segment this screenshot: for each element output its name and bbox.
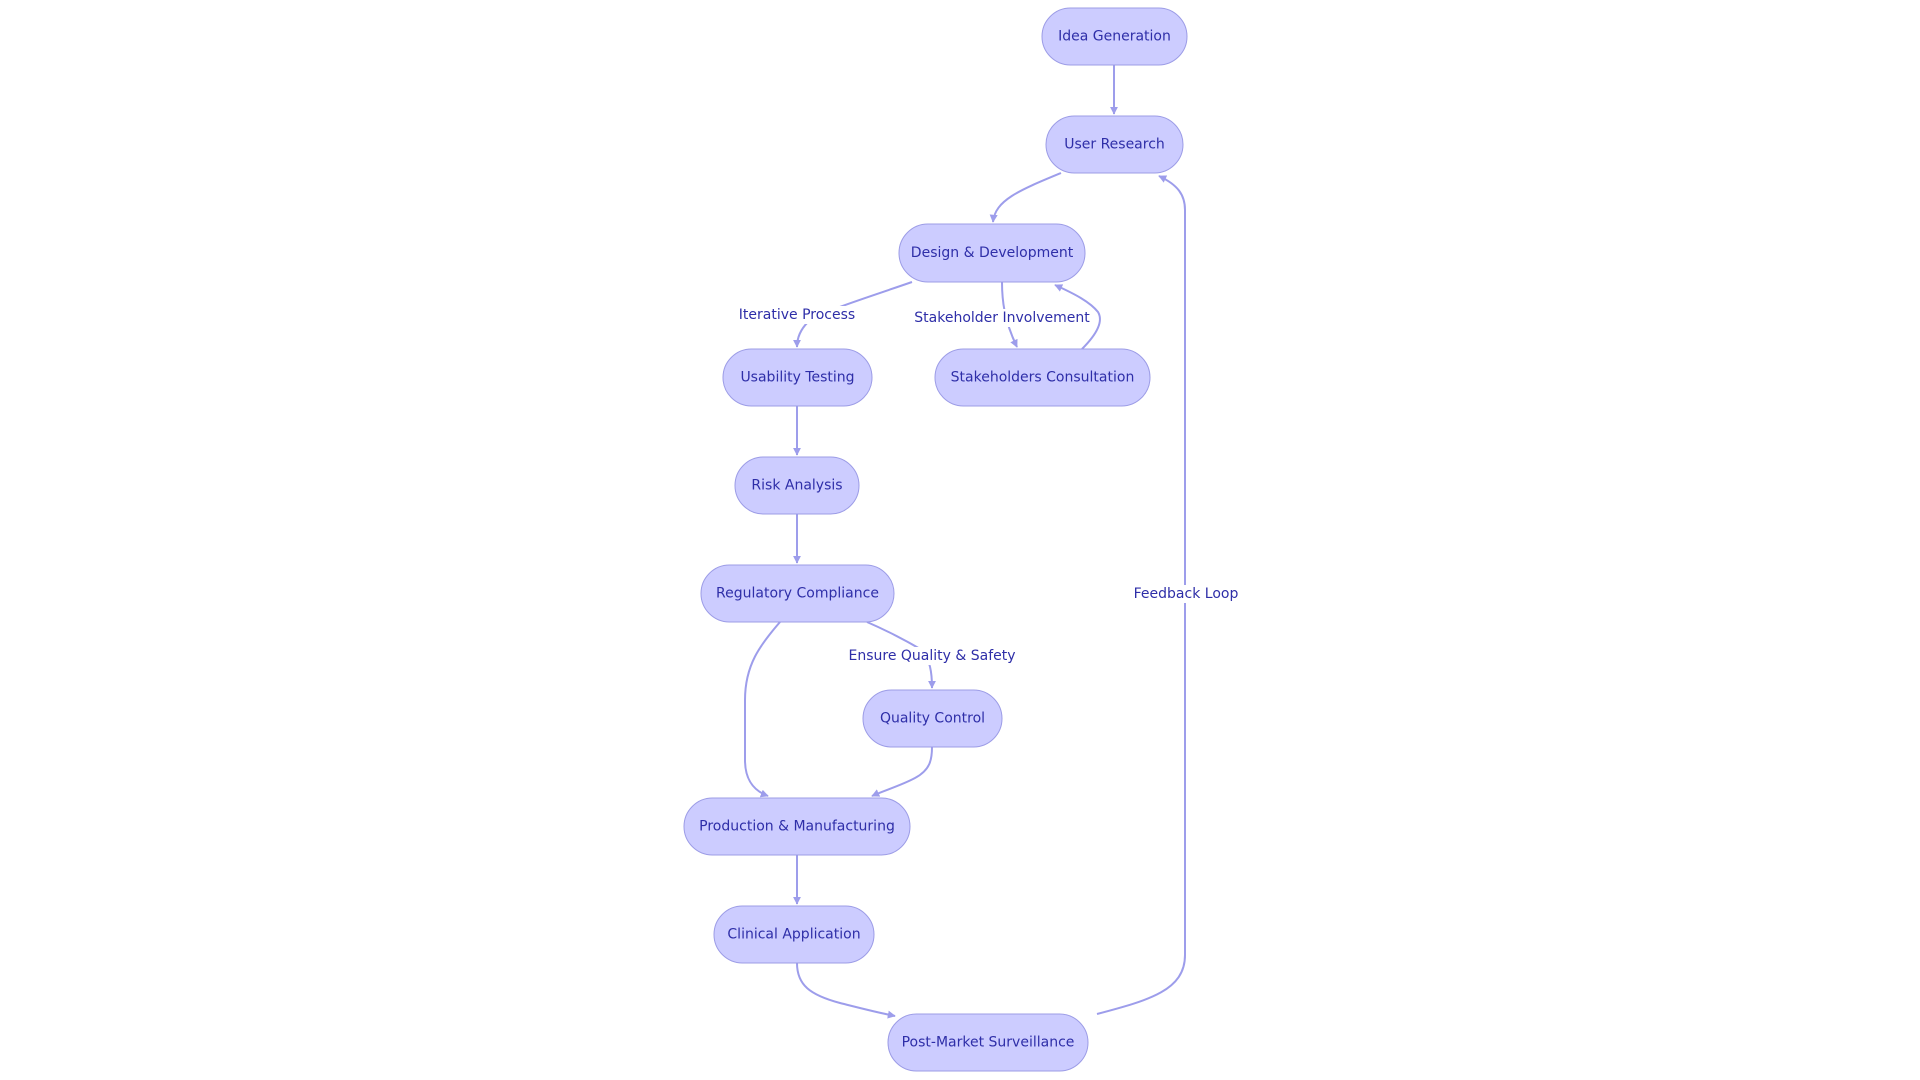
edge-label: Ensure Quality & Safety [846, 647, 1018, 665]
node-idea[interactable]: Idea Generation [1041, 7, 1188, 66]
node-label: Production & Manufacturing [699, 819, 895, 835]
edges-layer [744, 65, 1186, 1019]
edge-label: Stakeholder Involvement [912, 309, 1093, 327]
edge-label: Feedback Loop [1131, 585, 1241, 603]
node-clinical[interactable]: Clinical Application [713, 905, 875, 964]
node-regulatory[interactable]: Regulatory Compliance [700, 564, 895, 623]
node-label: Quality Control [880, 711, 985, 727]
node-risk[interactable]: Risk Analysis [734, 456, 860, 515]
edge-regulatory-to-production [744, 621, 781, 798]
edge-label-text: Stakeholder Involvement [914, 310, 1090, 326]
node-quality[interactable]: Quality Control [862, 689, 1003, 748]
node-research[interactable]: User Research [1045, 115, 1184, 174]
node-postmarket[interactable]: Post-Market Surveillance [887, 1013, 1089, 1072]
node-label: User Research [1064, 137, 1165, 153]
node-design[interactable]: Design & Development [898, 223, 1086, 283]
node-label: Idea Generation [1058, 29, 1171, 45]
node-label: Regulatory Compliance [716, 586, 879, 602]
node-label: Risk Analysis [751, 478, 842, 494]
edge-label-text: Feedback Loop [1134, 586, 1239, 602]
edge-clinical-to-postmarket [796, 962, 896, 1019]
node-label: Clinical Application [727, 927, 860, 943]
flowchart-diagram: Iterative Process Stakeholder Involvement… [683, 7, 1241, 1072]
node-usability[interactable]: Usability Testing [722, 348, 873, 407]
node-label: Design & Development [911, 245, 1074, 261]
edge-label-text: Ensure Quality & Safety [848, 648, 1015, 664]
node-production[interactable]: Production & Manufacturing [683, 797, 911, 856]
nodes-layer: Idea Generation User Research Design & Dev… [683, 7, 1188, 1072]
node-label: Usability Testing [740, 370, 854, 386]
edge-label-text: Iterative Process [739, 307, 855, 323]
node-label: Post-Market Surveillance [902, 1035, 1075, 1051]
node-stakeholders[interactable]: Stakeholders Consultation [934, 348, 1151, 407]
edge-quality-to-production [871, 746, 933, 797]
edge-research-to-design [989, 172, 1062, 223]
node-label: Stakeholders Consultation [951, 370, 1135, 386]
edge-label: Iterative Process [736, 306, 858, 324]
